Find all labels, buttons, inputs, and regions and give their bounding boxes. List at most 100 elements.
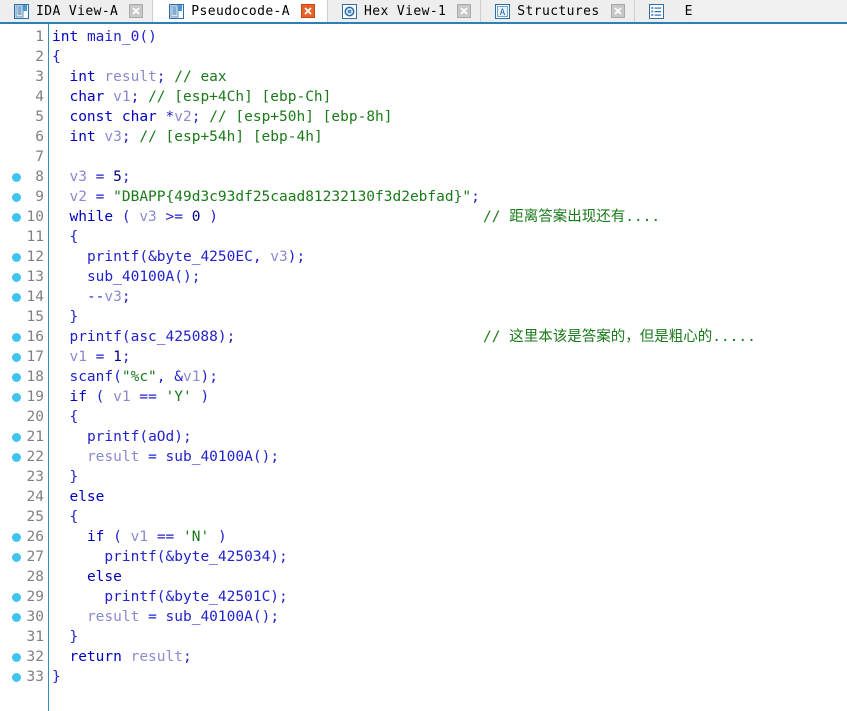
code-text: result = sub_40100A(); <box>86 449 280 465</box>
code-line[interactable]: 28 else <box>0 567 847 587</box>
code-text: else <box>69 489 105 505</box>
code-line[interactable]: 29 printf(&byte_42501C); <box>0 587 847 607</box>
code-text: sub_40100A(); <box>86 269 201 285</box>
code-text: v1 = 1; <box>69 349 131 365</box>
close-icon[interactable] <box>457 4 472 18</box>
line-number: 20 <box>26 409 44 425</box>
line-number: 32 <box>26 649 44 665</box>
code-text: else <box>86 569 122 585</box>
line-number: 22 <box>26 449 44 465</box>
code-line[interactable]: 10 while ( v3 >= 0 ) // 距离答案出现还有.... <box>0 207 847 227</box>
code-text: { <box>52 49 61 65</box>
inline-comment: // 这里本该是答案的，但是粗心的..... <box>483 329 756 345</box>
pseudocode-editor[interactable]: 1 int main_0() 2{3 int result; // eax 4 cha… <box>0 24 847 711</box>
structures-icon: A <box>495 3 511 19</box>
code-line[interactable]: 19 if ( v1 == 'Y' ) <box>0 387 847 407</box>
code-line[interactable]: 15 } <box>0 307 847 327</box>
line-number: 4 <box>35 89 44 105</box>
code-text: char v1; // [esp+4Ch] [ebp-Ch] <box>69 89 332 105</box>
line-number: 5 <box>35 109 44 125</box>
tab-structures[interactable]: A Structures <box>481 0 635 22</box>
code-text: printf(&byte_42501C); <box>104 589 288 605</box>
code-line[interactable]: 1 int main_0() <box>0 27 847 47</box>
line-number: 17 <box>26 349 44 365</box>
code-line[interactable]: 31 } <box>0 627 847 647</box>
code-line[interactable]: 30 result = sub_40100A(); <box>0 607 847 627</box>
tab-label: Pseudocode-A <box>191 3 291 19</box>
tab-hex-view-1[interactable]: Hex View-1 <box>328 0 482 22</box>
line-number: 19 <box>26 389 44 405</box>
code-line[interactable]: 24 else <box>0 487 847 507</box>
code-line[interactable]: 8 v3 = 5; <box>0 167 847 187</box>
close-icon[interactable] <box>129 4 144 18</box>
code-line[interactable]: 4 char v1; // [esp+4Ch] [ebp-Ch] <box>0 87 847 107</box>
code-line[interactable]: 11 { <box>0 227 847 247</box>
code-line[interactable]: 22 result = sub_40100A(); <box>0 447 847 467</box>
line-number: 16 <box>26 329 44 345</box>
line-number: 25 <box>26 509 44 525</box>
code-line[interactable]: 25 { <box>0 507 847 527</box>
line-number: 12 <box>26 249 44 265</box>
code-line[interactable]: 32 return result; <box>0 647 847 667</box>
code-text: printf(asc_425088); <box>69 329 236 345</box>
code-line[interactable]: 5 const char *v2; // [esp+50h] [ebp-8h] <box>0 107 847 127</box>
code-line[interactable]: 21 printf(aOd); <box>0 427 847 447</box>
code-text: } <box>52 669 61 685</box>
code-text: { <box>69 229 79 245</box>
code-line[interactable]: 18 scanf("%c", &v1); <box>0 367 847 387</box>
code-text: v2 = "DBAPP{49d3c93df25caad81232130f3d2e… <box>69 189 480 205</box>
code-line[interactable]: 27 printf(&byte_425034); <box>0 547 847 567</box>
code-text: result = sub_40100A(); <box>86 609 280 625</box>
code-line[interactable]: 13 sub_40100A(); <box>0 267 847 287</box>
code-line[interactable]: 3 int result; // eax <box>0 67 847 87</box>
document-list-icon <box>14 3 29 19</box>
line-number: 3 <box>35 69 44 85</box>
close-icon[interactable] <box>610 4 625 18</box>
tab-enums[interactable]: E <box>634 0 693 22</box>
code-line[interactable]: 33} <box>0 667 847 687</box>
code-line[interactable]: 14 --v3; <box>0 287 847 307</box>
line-number: 8 <box>35 169 44 185</box>
code-line[interactable]: 2{ <box>0 47 847 67</box>
close-icon[interactable] <box>301 4 316 18</box>
code-line[interactable]: 23 } <box>0 467 847 487</box>
code-line[interactable]: 7 <box>0 147 847 167</box>
code-line[interactable]: 17 v1 = 1; <box>0 347 847 367</box>
code-line[interactable]: 9 v2 = "DBAPP{49d3c93df25caad81232130f3d… <box>0 187 847 207</box>
view-tab-bar: IDA View-A Pseudocode-A Hex View-1 A Str… <box>0 0 847 24</box>
code-text: int v3; // [esp+54h] [ebp-4h] <box>69 129 323 145</box>
code-text: { <box>69 509 79 525</box>
code-text: int result; // eax <box>69 69 227 85</box>
tab-label: Structures <box>517 3 600 19</box>
code-text: const char *v2; // [esp+50h] [ebp-8h] <box>69 109 393 125</box>
code-line[interactable]: 26 if ( v1 == 'N' ) <box>0 527 847 547</box>
code-line[interactable]: 6 int v3; // [esp+54h] [ebp-4h] <box>0 127 847 147</box>
hex-view-icon <box>342 3 358 19</box>
code-text: } <box>69 629 79 645</box>
line-number: 6 <box>35 129 44 145</box>
code-text: printf(&byte_425034); <box>104 549 288 565</box>
tab-ida-view-a[interactable]: IDA View-A <box>0 0 154 22</box>
document-list-icon <box>169 3 185 19</box>
code-line-list: 1 int main_0() 2{3 int result; // eax 4 cha… <box>0 24 847 687</box>
line-number: 24 <box>26 489 44 505</box>
code-line[interactable]: 16 printf(asc_425088); // 这里本该是答案的，但是粗心的.… <box>0 327 847 347</box>
line-number: 15 <box>26 309 44 325</box>
tab-label: Hex View-1 <box>364 3 447 19</box>
code-line[interactable]: 12 printf(&byte_4250EC, v3); <box>0 247 847 267</box>
code-text: v3 = 5; <box>69 169 131 185</box>
code-text: return result; <box>69 649 192 665</box>
line-number: 9 <box>35 189 44 205</box>
line-number: 29 <box>26 589 44 605</box>
line-number: 21 <box>26 429 44 445</box>
code-text: } <box>69 309 79 325</box>
line-number: 2 <box>35 49 44 65</box>
tab-label: E <box>684 3 693 19</box>
tab-label: IDA View-A <box>36 3 119 19</box>
line-number: 13 <box>26 269 44 285</box>
code-line[interactable]: 20 { <box>0 407 847 427</box>
tab-pseudocode-a[interactable]: Pseudocode-A <box>153 0 329 22</box>
enums-icon <box>648 3 664 19</box>
line-number: 1 <box>35 29 44 45</box>
line-number: 31 <box>26 629 44 645</box>
